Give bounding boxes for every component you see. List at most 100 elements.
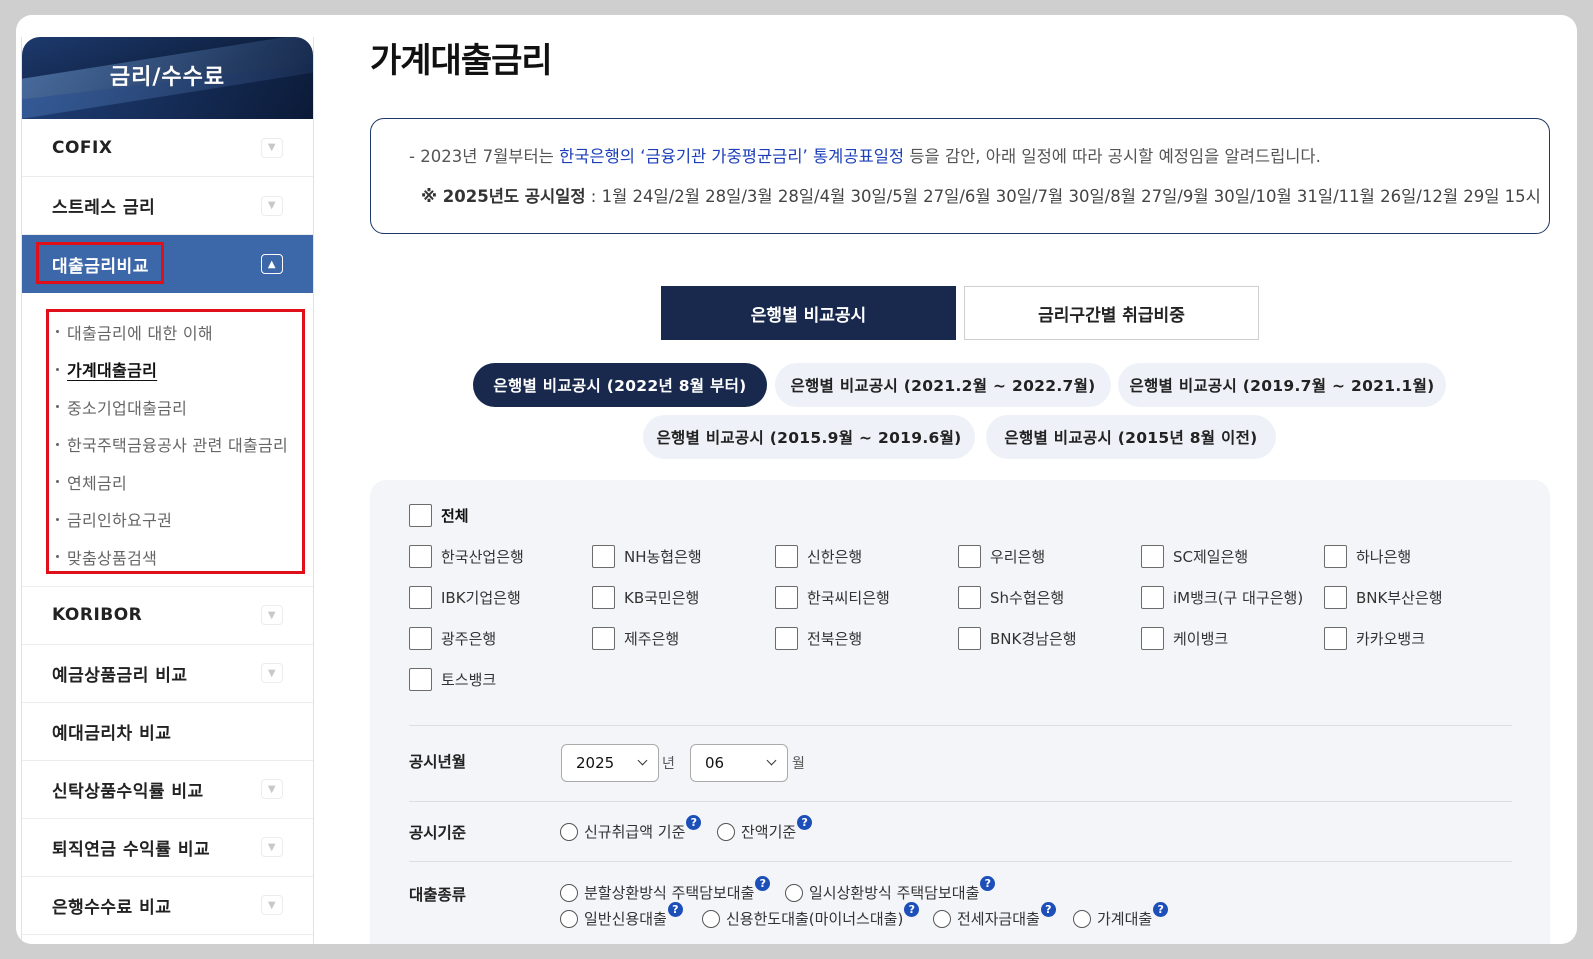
chevron-up-icon[interactable]: ▲ bbox=[261, 254, 283, 274]
checkbox-bank[interactable]: 하나은행 bbox=[1324, 545, 1411, 568]
checkbox-bank[interactable]: 토스뱅크 bbox=[409, 668, 496, 691]
radio-loan-type[interactable]: 분할상환방식 주택담보대출? bbox=[560, 876, 771, 903]
checkbox-box[interactable] bbox=[958, 545, 981, 568]
sidebar-item-label: COFIX bbox=[52, 137, 113, 158]
checkbox-box[interactable] bbox=[409, 586, 432, 609]
checkbox-box[interactable] bbox=[592, 545, 615, 568]
loan-type-label: 대출종류 bbox=[409, 886, 467, 904]
period-pill-2022-08[interactable]: 은행별 비교공시 (2022년 8월 부터) bbox=[473, 363, 767, 407]
checkbox-bank[interactable]: BNK부산은행 bbox=[1324, 586, 1443, 609]
checkbox-box[interactable] bbox=[1324, 545, 1347, 568]
chevron-down-icon[interactable]: ▼ bbox=[261, 837, 283, 857]
checkbox-bank[interactable]: SC제일은행 bbox=[1141, 545, 1248, 568]
sidebar-item-stress-rate[interactable]: 스트레스 금리 ▼ bbox=[22, 177, 313, 235]
period-pill-2015-09[interactable]: 은행별 비교공시 (2015.9월 ~ 2019.6월) bbox=[643, 415, 975, 459]
checkbox-box[interactable] bbox=[1141, 545, 1164, 568]
checkbox-bank[interactable]: Sh수협은행 bbox=[958, 586, 1064, 609]
year-select[interactable]: 2025 bbox=[561, 744, 659, 782]
sidebar-item-spread[interactable]: 예대금리차 비교 bbox=[22, 703, 313, 761]
divider bbox=[409, 725, 1512, 726]
sidebar-item-bank-fee[interactable]: 은행수수료 비교 ▼ bbox=[22, 877, 313, 935]
period-pill-2021-02[interactable]: 은행별 비교공시 (2021.2월 ~ 2022.7월) bbox=[775, 363, 1111, 407]
help-icon[interactable]: ? bbox=[1040, 902, 1056, 917]
checkbox-all[interactable]: 전체 bbox=[409, 504, 469, 527]
help-icon[interactable]: ? bbox=[1153, 902, 1169, 917]
period-pill-2019-07[interactable]: 은행별 비교공시 (2019.7월 ~ 2021.1월) bbox=[1118, 363, 1446, 407]
checkbox-bank[interactable]: 케이뱅크 bbox=[1141, 627, 1228, 650]
radio-loan-type[interactable]: 신용한도대출(마이너스대출)? bbox=[702, 902, 920, 929]
chevron-down-icon[interactable]: ▼ bbox=[261, 779, 283, 799]
checkbox-bank[interactable]: 광주은행 bbox=[409, 627, 496, 650]
help-icon[interactable]: ? bbox=[667, 902, 683, 917]
sidebar-item-cofix[interactable]: COFIX ▼ bbox=[22, 119, 313, 177]
checkbox-bank[interactable]: BNK경남은행 bbox=[958, 627, 1077, 650]
checkbox-box[interactable] bbox=[775, 627, 798, 650]
checkbox-box[interactable] bbox=[775, 586, 798, 609]
radio-circle[interactable] bbox=[933, 909, 951, 928]
radio-balance-basis[interactable]: 잔액기준? bbox=[717, 815, 813, 842]
tab-bank-compare[interactable]: 은행별 비교공시 bbox=[661, 286, 956, 340]
schedule-link[interactable]: 한국은행의 ‘금융기관 가중평균금리’ 통계공표일정 bbox=[559, 147, 904, 166]
checkbox-box[interactable] bbox=[592, 586, 615, 609]
checkbox-box[interactable] bbox=[1141, 627, 1164, 650]
checkbox-box[interactable] bbox=[958, 627, 981, 650]
checkbox-box[interactable] bbox=[1324, 627, 1347, 650]
radio-new-basis[interactable]: 신규취급액 기준? bbox=[560, 815, 702, 842]
sidebar-item-pension-return[interactable]: 퇴직연금 수익률 비교 ▼ bbox=[22, 819, 313, 877]
checkbox-box[interactable] bbox=[409, 627, 432, 650]
checkbox-bank[interactable]: 한국씨티은행 bbox=[775, 586, 890, 609]
radio-circle[interactable] bbox=[717, 822, 735, 841]
radio-circle[interactable] bbox=[1073, 909, 1091, 928]
radio-loan-type[interactable]: 일시상환방식 주택담보대출? bbox=[785, 876, 996, 903]
checkbox-box[interactable] bbox=[775, 545, 798, 568]
help-icon[interactable]: ? bbox=[980, 876, 996, 891]
checkbox-box[interactable] bbox=[1324, 586, 1347, 609]
chevron-down-icon[interactable]: ▼ bbox=[261, 195, 283, 216]
checkbox-box[interactable] bbox=[592, 627, 615, 650]
checkbox-box[interactable] bbox=[409, 545, 432, 568]
chevron-down-icon[interactable]: ▼ bbox=[261, 663, 283, 683]
radio-circle[interactable] bbox=[702, 909, 720, 928]
checkbox-bank[interactable]: IBK기업은행 bbox=[409, 586, 521, 609]
checkbox-bank[interactable]: 전북은행 bbox=[775, 627, 862, 650]
sidebar-item-deposit-rate[interactable]: 예금상품금리 비교 ▼ bbox=[22, 645, 313, 703]
page-title: 가계대출금리 bbox=[370, 41, 553, 81]
checkbox-bank[interactable]: 신한은행 bbox=[775, 545, 862, 568]
help-icon[interactable]: ? bbox=[755, 876, 771, 891]
radio-loan-type[interactable]: 가계대출? bbox=[1073, 902, 1169, 929]
year-month-label: 공시년월 bbox=[409, 753, 467, 771]
radio-loan-type[interactable]: 전세자금대출? bbox=[933, 902, 1056, 929]
sidebar-item-trust-return[interactable]: 신탁상품수익률 비교 ▼ bbox=[22, 761, 313, 819]
checkbox-bank[interactable]: 우리은행 bbox=[958, 545, 1045, 568]
checkbox-bank[interactable]: 한국산업은행 bbox=[409, 545, 524, 568]
tab-rate-range[interactable]: 금리구간별 취급비중 bbox=[964, 286, 1259, 340]
chevron-down-icon[interactable]: ▼ bbox=[261, 895, 283, 915]
checkbox-box[interactable] bbox=[409, 504, 432, 527]
radio-loan-type[interactable]: 일반신용대출? bbox=[560, 902, 683, 929]
checkbox-bank[interactable]: KB국민은행 bbox=[592, 586, 699, 609]
checkbox-bank[interactable]: NH농협은행 bbox=[592, 545, 702, 568]
checkbox-bank[interactable]: 카카오뱅크 bbox=[1324, 627, 1425, 650]
chevron-down-icon[interactable]: ▼ bbox=[261, 137, 283, 158]
radio-circle[interactable] bbox=[560, 909, 578, 928]
checkbox-bank[interactable]: iM뱅크(구 대구은행) bbox=[1141, 586, 1303, 609]
checkbox-box[interactable] bbox=[1141, 586, 1164, 609]
basis-label: 공시기준 bbox=[409, 824, 467, 842]
help-icon[interactable]: ? bbox=[686, 815, 702, 830]
notice-box: - 2023년 7월부터는 한국은행의 ‘금융기관 가중평균금리’ 통계공표일정… bbox=[370, 118, 1550, 234]
checkbox-box[interactable] bbox=[958, 586, 981, 609]
sidebar-item-loan-rate-compare[interactable]: 대출금리비교 ▲ bbox=[22, 235, 313, 293]
radio-circle[interactable] bbox=[785, 883, 803, 902]
period-pill-2015-08[interactable]: 은행별 비교공시 (2015년 8월 이전) bbox=[986, 415, 1276, 459]
help-icon[interactable]: ? bbox=[797, 815, 813, 830]
month-select[interactable]: 06 bbox=[690, 744, 788, 782]
submenu: 대출금리에 대한 이해 가계대출금리 중소기업대출금리 한국주택금융공사 관련 … bbox=[22, 293, 313, 587]
chevron-down-icon[interactable]: ▼ bbox=[261, 605, 283, 625]
sidebar-item-koribor[interactable]: KORIBOR ▼ bbox=[22, 587, 313, 645]
checkbox-bank[interactable]: 제주은행 bbox=[592, 627, 679, 650]
sidebar-title: 금리/수수료 bbox=[109, 65, 226, 90]
help-icon[interactable]: ? bbox=[904, 902, 920, 917]
checkbox-box[interactable] bbox=[409, 668, 432, 691]
radio-circle[interactable] bbox=[560, 822, 578, 841]
radio-circle[interactable] bbox=[560, 883, 578, 902]
